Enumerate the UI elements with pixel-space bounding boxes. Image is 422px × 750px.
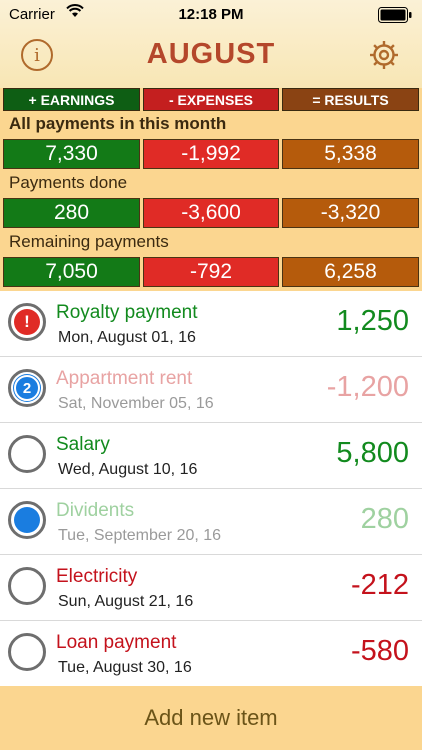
item-name: Dividents	[56, 500, 135, 521]
done-results-value: -3,320	[282, 198, 419, 228]
all-payments-label: All payments in this month	[9, 114, 227, 133]
status-bar: Carrier 12:18 PM	[0, 0, 422, 30]
item-amount: 280	[360, 503, 409, 535]
payments-done-label: Payments done	[9, 173, 128, 192]
remaining-expenses-value: -792	[143, 257, 279, 287]
clock-label: 12:18 PM	[178, 6, 244, 23]
list-item[interactable]: Loan payment Tue, August 30, 16 -580	[0, 621, 422, 687]
status-toggle[interactable]: 2	[8, 369, 46, 407]
top-bar: Carrier 12:18 PM i AUGUST	[0, 0, 422, 88]
status-toggle[interactable]: !	[8, 303, 46, 341]
remaining-earnings-value: 7,050	[3, 257, 140, 287]
list-item[interactable]: ! Royalty payment Mon, August 01, 16 1,2…	[0, 291, 422, 357]
status-toggle[interactable]	[8, 633, 46, 671]
item-name: Salary	[56, 434, 110, 455]
item-date: Sat, November 05, 16	[58, 395, 214, 412]
count-badge-icon: 2	[14, 375, 40, 401]
add-item-label: Add new item	[144, 705, 278, 730]
list-item[interactable]: 2 Appartment rent Sat, November 05, 16 -…	[0, 357, 422, 423]
all-expenses-value: -1,992	[143, 139, 279, 169]
item-date: Mon, August 01, 16	[58, 329, 196, 346]
remaining-payments-label: Remaining payments	[9, 232, 169, 251]
gear-icon[interactable]	[367, 38, 401, 72]
all-results-value: 5,338	[282, 139, 419, 169]
month-title: AUGUST	[146, 38, 276, 70]
expenses-header: - EXPENSES	[143, 88, 279, 111]
item-name: Electricity	[56, 566, 138, 587]
status-toggle[interactable]	[8, 435, 46, 473]
item-name: Royalty payment	[56, 302, 198, 323]
status-toggle[interactable]	[8, 567, 46, 605]
done-earnings-value: 280	[3, 198, 140, 228]
list-item[interactable]: Dividents Tue, September 20, 16 280	[0, 489, 422, 555]
remaining-results-value: 6,258	[282, 257, 419, 287]
item-name: Appartment rent	[56, 368, 193, 389]
summary-panel: + EARNINGS - EXPENSES = RESULTS All paym…	[0, 88, 422, 291]
item-amount: 5,800	[336, 437, 409, 469]
earnings-header: + EARNINGS	[3, 88, 140, 111]
results-header: = RESULTS	[282, 88, 419, 111]
item-date: Tue, September 20, 16	[58, 527, 222, 544]
item-amount: -1,200	[326, 371, 409, 403]
item-amount: -212	[350, 569, 409, 601]
item-name: Loan payment	[56, 632, 177, 653]
all-earnings-value: 7,330	[3, 139, 140, 169]
status-toggle[interactable]	[8, 501, 46, 539]
list-item[interactable]: Salary Wed, August 10, 16 5,800	[0, 423, 422, 489]
list-item[interactable]: Electricity Sun, August 21, 16 -212	[0, 555, 422, 621]
item-amount: -580	[350, 635, 409, 667]
item-date: Sun, August 21, 16	[58, 593, 194, 610]
alert-icon: !	[14, 309, 40, 335]
item-date: Tue, August 30, 16	[58, 659, 192, 676]
item-amount: 1,250	[336, 305, 409, 337]
battery-icon	[378, 7, 412, 23]
item-date: Wed, August 10, 16	[58, 461, 198, 478]
done-icon	[14, 507, 40, 533]
done-expenses-value: -3,600	[143, 198, 279, 228]
add-item-button[interactable]: Add new item	[0, 686, 422, 750]
